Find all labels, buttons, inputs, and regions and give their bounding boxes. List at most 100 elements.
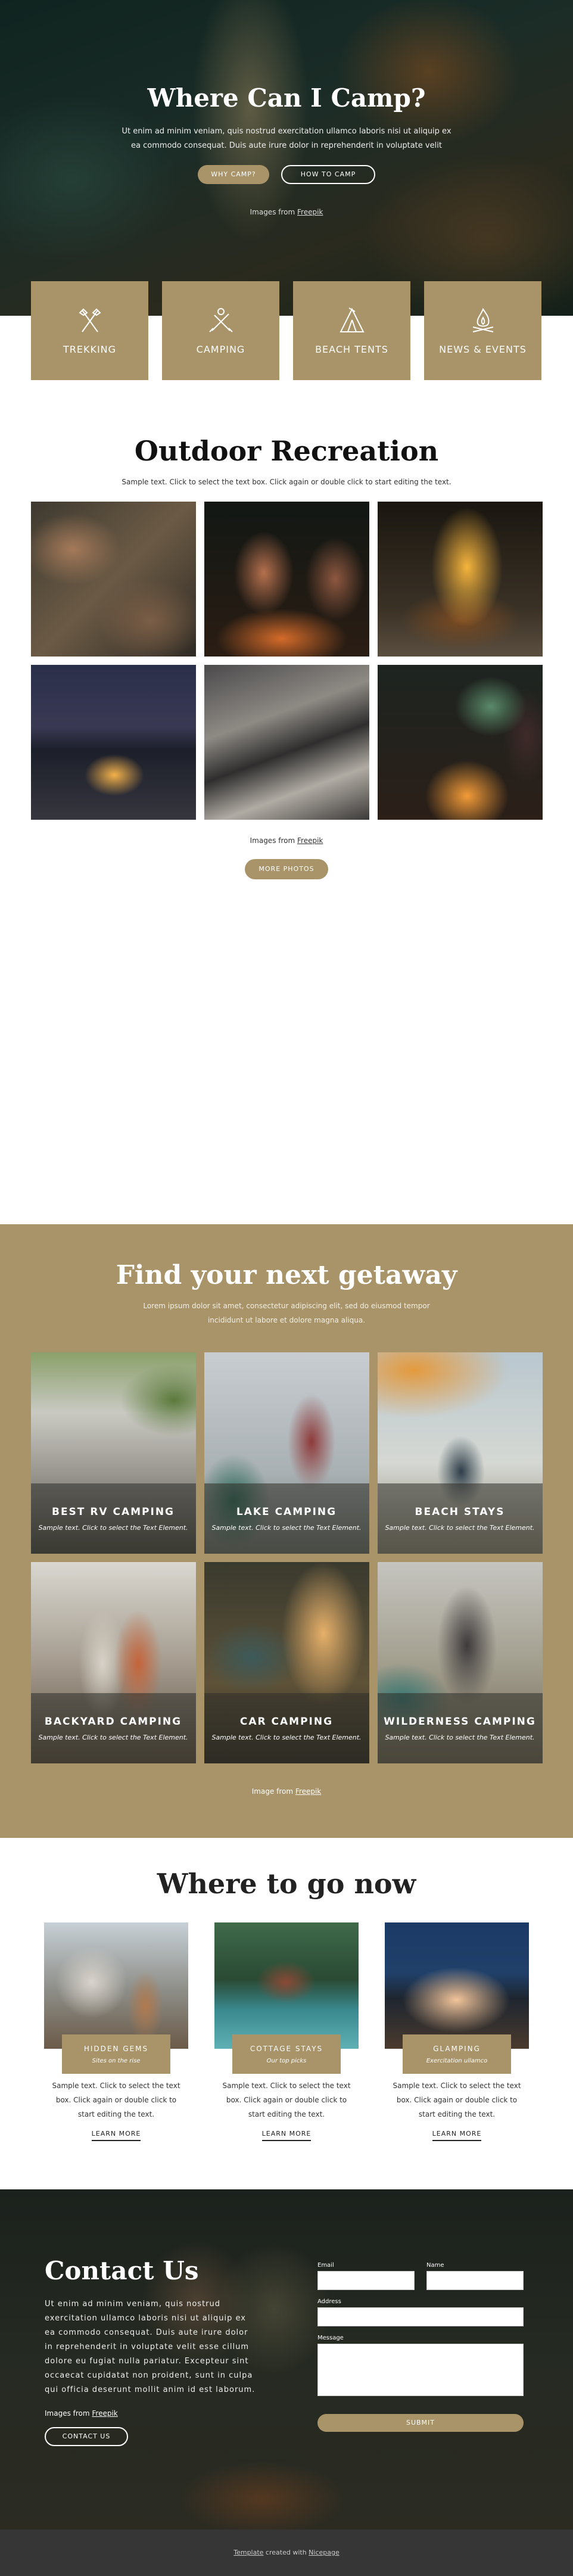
tile-trekking[interactable]: TREKKING [31, 281, 148, 380]
hero-title: Where Can I Camp? [147, 83, 426, 113]
footer-text: created with [263, 2549, 309, 2556]
card-text: Sample text. Click to select the Text El… [385, 1733, 535, 1741]
hero-content: Where Can I Camp? Ut enim ad minim venia… [0, 83, 573, 216]
gallery-photo-group-fire[interactable] [377, 665, 543, 820]
card-car-camping[interactable]: CAR CAMPING Sample text. Click to select… [204, 1562, 369, 1763]
destination-sub: Our top picks [266, 2057, 307, 2064]
destinations: HIDDEN GEMS Sites on the rise Sample tex… [0, 1922, 573, 2141]
contact-title: Contact Us [45, 2256, 199, 2285]
destination-sub: Exercitation ullamco [426, 2057, 488, 2064]
card-title: BACKYARD CAMPING [44, 1715, 182, 1728]
address-label: Address [317, 2298, 341, 2305]
contact-section: Contact Us Ut enim ad minim veniam, quis… [0, 2189, 573, 2530]
tile-label: NEWS & EVENTS [439, 344, 527, 355]
category-tiles: TREKKING CAMPING BEACH TENTS NEWS & EVEN… [31, 281, 541, 380]
destination-title: GLAMPING [433, 2044, 481, 2053]
destination-tag: GLAMPING Exercitation ullamco [403, 2034, 511, 2074]
card-wilderness-camping[interactable]: WILDERNESS CAMPING Sample text. Click to… [377, 1562, 543, 1763]
hero-credit: Images from Freepik [0, 208, 573, 216]
card-best-rv-camping[interactable]: BEST RV CAMPING Sample text. Click to se… [30, 1352, 196, 1554]
getaway-credit-link[interactable]: Freepik [295, 1787, 321, 1796]
tile-camping[interactable]: CAMPING [162, 281, 279, 380]
footer-nicepage-link[interactable]: Nicepage [309, 2549, 340, 2556]
gallery-photo-couple-fire[interactable] [204, 502, 369, 657]
card-title: BEST RV CAMPING [51, 1505, 175, 1518]
message-label: Message [317, 2335, 344, 2341]
destination-image[interactable] [385, 1922, 529, 2049]
name-field-group: Name [426, 2262, 524, 2290]
getaway-cards: BEST RV CAMPING Sample text. Click to se… [0, 1352, 573, 1763]
hero-credit-prefix: Images from [250, 208, 297, 216]
destination-hidden-gems: HIDDEN GEMS Sites on the rise Sample tex… [44, 1922, 188, 2141]
getaway-credit: Image from Freepik [0, 1787, 573, 1796]
contact-credit-link[interactable]: Freepik [92, 2409, 117, 2418]
card-text: Sample text. Click to select the Text El… [385, 1523, 535, 1532]
card-text: Sample text. Click to select the Text El… [211, 1733, 362, 1741]
tile-news-events[interactable]: NEWS & EVENTS [424, 281, 541, 380]
getaway-section: Find your next getaway Lorem ipsum dolor… [0, 1224, 573, 1838]
address-field-group: Address [317, 2298, 524, 2326]
getaway-credit-prefix: Image from [251, 1787, 295, 1796]
destination-image[interactable] [214, 1922, 359, 2049]
gallery-photo-tent-night[interactable] [30, 665, 196, 820]
card-lake-camping[interactable]: LAKE CAMPING Sample text. Click to selec… [204, 1352, 369, 1554]
destination-text: Sample text. Click to select the text bo… [393, 2082, 521, 2118]
hero-text: Ut enim ad minim veniam, quis nostrud ex… [122, 127, 451, 150]
gallery-photo-campfire[interactable] [377, 502, 543, 657]
message-field[interactable] [317, 2344, 524, 2396]
getaway-title: Find your next getaway [116, 1260, 457, 1290]
footer: Template created with Nicepage [0, 2530, 573, 2576]
gallery-photo-picnic[interactable] [30, 502, 196, 657]
outdoor-credit-link[interactable]: Freepik [297, 836, 323, 845]
tile-label: TREKKING [63, 344, 117, 355]
destination-cottage-stays: COTTAGE STAYS Our top picks Sample text.… [214, 1922, 359, 2141]
card-label: BACKYARD CAMPING Sample text. Click to s… [30, 1693, 196, 1763]
name-field[interactable] [426, 2271, 524, 2290]
learn-more-link[interactable]: LEARN MORE [432, 2130, 482, 2141]
tile-beach-tents[interactable]: BEACH TENTS [293, 281, 410, 380]
footer-template-link[interactable]: Template [233, 2549, 263, 2556]
tile-label: BEACH TENTS [315, 344, 388, 355]
destination-text: Sample text. Click to select the text bo… [222, 2082, 351, 2118]
hero-credit-link[interactable]: Freepik [297, 208, 323, 216]
card-text: Sample text. Click to select the Text El… [211, 1523, 362, 1532]
contact-body: Ut enim ad minim veniam, quis nostrud ex… [45, 2300, 256, 2394]
contact-form: Email Name Address Message SUBMIT [317, 2262, 524, 2432]
card-beach-stays[interactable]: BEACH STAYS Sample text. Click to select… [377, 1352, 543, 1554]
where-section: Where to go now HIDDEN GEMS Sites on the… [0, 1838, 573, 2189]
card-text: Sample text. Click to select the Text El… [38, 1733, 188, 1741]
destination-tag: COTTAGE STAYS Our top picks [232, 2034, 341, 2074]
contact-info: Contact Us Ut enim ad minim veniam, quis… [45, 2256, 259, 2446]
card-label: CAR CAMPING Sample text. Click to select… [204, 1693, 369, 1763]
tile-label: CAMPING [196, 344, 245, 355]
submit-button[interactable]: SUBMIT [317, 2414, 524, 2432]
card-title: LAKE CAMPING [236, 1505, 337, 1518]
message-field-group: Message [317, 2335, 524, 2398]
why-camp-button[interactable]: WHY CAMP? [198, 165, 269, 184]
learn-more-link[interactable]: LEARN MORE [91, 2130, 141, 2141]
address-field[interactable] [317, 2307, 524, 2326]
card-label: BEACH STAYS Sample text. Click to select… [377, 1483, 543, 1554]
card-text: Sample text. Click to select the Text El… [38, 1523, 188, 1532]
name-label: Name [426, 2262, 444, 2269]
contact-us-button[interactable]: CONTACT US [45, 2427, 128, 2446]
email-field[interactable] [317, 2271, 415, 2290]
destination-image[interactable] [44, 1922, 188, 2049]
outdoor-credit: Images from Freepik [0, 836, 573, 845]
email-field-group: Email [317, 2262, 415, 2290]
destination-glamping: GLAMPING Exercitation ullamco Sample tex… [385, 1922, 529, 2141]
campfire-icon [472, 307, 493, 332]
learn-more-link[interactable]: LEARN MORE [261, 2130, 312, 2141]
hero-section: Where Can I Camp? Ut enim ad minim venia… [0, 0, 573, 316]
contact-credit-prefix: Images from [45, 2409, 92, 2418]
contact-credit: Images from Freepik [45, 2409, 259, 2418]
more-photos-button[interactable]: MORE PHOTOS [245, 859, 328, 879]
destination-sub: Sites on the rise [92, 2057, 141, 2064]
destination-title: HIDDEN GEMS [83, 2044, 149, 2053]
how-to-camp-button[interactable]: HOW TO CAMP [281, 165, 375, 184]
card-label: BEST RV CAMPING Sample text. Click to se… [30, 1483, 196, 1554]
card-label: LAKE CAMPING Sample text. Click to selec… [204, 1483, 369, 1554]
card-backyard-camping[interactable]: BACKYARD CAMPING Sample text. Click to s… [30, 1562, 196, 1763]
gallery-photo-lake-mountains[interactable] [204, 665, 369, 820]
where-title: Where to go now [157, 1868, 416, 1900]
